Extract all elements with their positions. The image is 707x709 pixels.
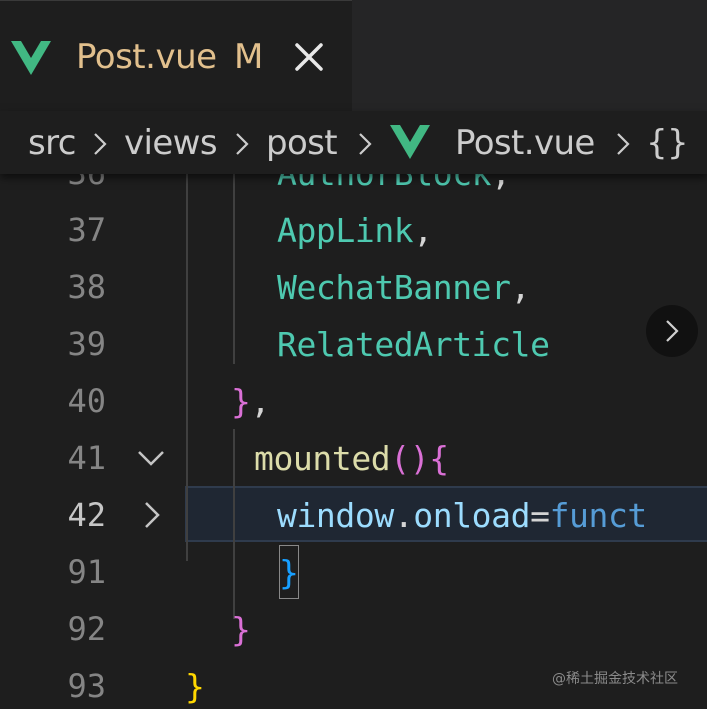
code-text: window.onload=funct xyxy=(277,487,647,544)
token: , xyxy=(413,211,433,250)
code-text: mounted(){ xyxy=(254,430,449,487)
token: RelatedArticle xyxy=(277,325,550,364)
chevron-right-icon xyxy=(666,320,679,342)
chevron-right-icon xyxy=(236,133,249,155)
chevron-right-icon[interactable] xyxy=(136,487,166,544)
line-number: 42 xyxy=(67,496,106,534)
line-number: 41 xyxy=(67,439,106,477)
token: , xyxy=(510,268,531,307)
chevron-down-icon[interactable] xyxy=(136,430,166,487)
bracket-match-box xyxy=(279,545,299,599)
breadcrumb-item-file[interactable]: Post.vue xyxy=(455,119,595,167)
token: () xyxy=(390,439,430,478)
token: onload xyxy=(413,496,531,535)
vue-icon xyxy=(11,41,51,75)
code-text: WechatBanner, xyxy=(277,259,531,316)
line-number: 40 xyxy=(67,382,106,420)
breadcrumb: src views post Post.vue {} xyxy=(0,111,707,174)
line-number: 38 xyxy=(67,268,106,306)
scroll-right-button[interactable] xyxy=(646,305,698,357)
token: { xyxy=(429,439,449,478)
code-line-37[interactable]: 37 AppLink, xyxy=(0,202,707,259)
token: funct xyxy=(549,496,648,535)
token: } xyxy=(185,667,205,706)
line-number: 91 xyxy=(67,553,106,591)
breadcrumb-item-post[interactable]: post xyxy=(266,119,338,167)
breadcrumb-item-views[interactable]: views xyxy=(124,119,218,167)
code-line-92[interactable]: 92 } xyxy=(0,601,707,658)
line-number: 93 xyxy=(67,667,106,705)
token: } xyxy=(231,382,251,421)
code-editor[interactable]: 36 AuthorBlock, 37 AppLink, 38 WechatBan… xyxy=(0,111,707,709)
code-text: RelatedArticle xyxy=(277,316,550,373)
tab-title: Post.vue xyxy=(76,37,217,77)
tab-post-vue[interactable]: Post.vue M xyxy=(0,0,352,111)
code-text: } xyxy=(185,658,205,709)
code-line-42[interactable]: 42 window.onload=funct xyxy=(0,487,707,544)
line-number: 37 xyxy=(67,211,106,249)
code-line-38[interactable]: 38 WechatBanner, xyxy=(0,259,707,316)
code-line-39[interactable]: 39 RelatedArticle xyxy=(0,316,707,373)
chevron-right-icon xyxy=(617,133,630,155)
token: = xyxy=(530,496,550,535)
breadcrumb-item-symbol[interactable]: {} xyxy=(646,119,689,167)
token: mounted xyxy=(254,439,391,478)
close-icon[interactable] xyxy=(291,39,327,75)
line-number: 39 xyxy=(67,325,106,363)
code-text: }, xyxy=(231,373,270,430)
vue-icon xyxy=(390,125,430,159)
chevron-right-icon xyxy=(359,133,372,155)
code-line-91[interactable]: 91 } xyxy=(0,544,707,601)
line-number: 92 xyxy=(67,610,106,648)
token: . xyxy=(393,496,414,535)
code-line-41[interactable]: 41 mounted(){ xyxy=(0,430,707,487)
modified-badge: M xyxy=(234,37,264,77)
token: WechatBanner xyxy=(277,268,511,307)
token: , xyxy=(250,382,270,421)
tab-bar: Post.vue M xyxy=(0,0,707,111)
code-line-40[interactable]: 40 }, xyxy=(0,373,707,430)
token: } xyxy=(231,610,251,649)
token: AppLink xyxy=(277,211,414,250)
watermark: @稀土掘金技术社区 xyxy=(552,671,678,687)
code-text: AppLink, xyxy=(277,202,433,259)
code-text: } xyxy=(231,601,251,658)
token: window xyxy=(277,496,394,535)
editor-window: Post.vue M 36 AuthorBlock, 37 AppLink, xyxy=(0,0,707,709)
breadcrumb-item-src[interactable]: src xyxy=(28,119,76,167)
chevron-right-icon xyxy=(94,133,107,155)
